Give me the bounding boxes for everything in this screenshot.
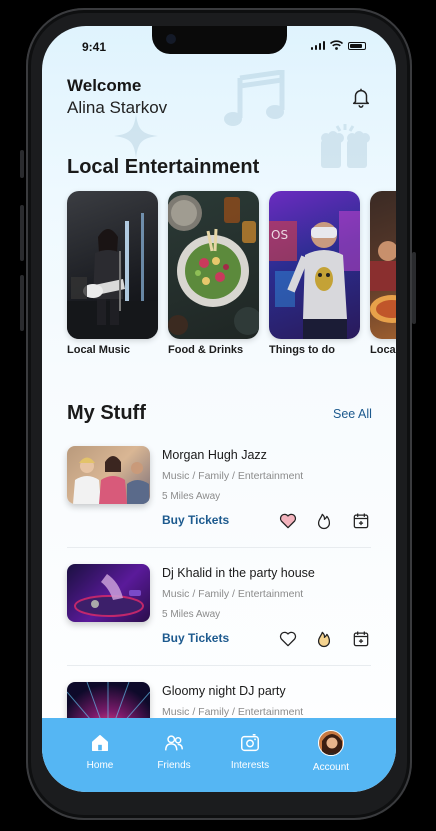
category-card-things-to-do[interactable]: OS Things to do	[269, 191, 360, 356]
svg-text:OS: OS	[271, 228, 288, 242]
category-label: Local	[370, 344, 396, 356]
category-card-local-music[interactable]: Local Music	[67, 191, 158, 356]
tab-label: Interests	[230, 760, 270, 771]
heart-icon[interactable]	[278, 511, 298, 531]
local-music-image	[67, 191, 158, 339]
category-card-food-drinks[interactable]: Food & Drinks	[168, 191, 259, 356]
see-all-link[interactable]: See All	[333, 407, 372, 421]
tab-interests[interactable]: Interests	[215, 732, 285, 771]
add-to-calendar-icon[interactable]	[351, 511, 371, 531]
event-categories: Music / Family / Entertainment	[162, 706, 304, 718]
home-icon	[91, 734, 109, 752]
status-icons	[310, 40, 366, 50]
event-thumbnail	[67, 564, 150, 622]
event-distance: 5 Miles Away	[162, 491, 221, 502]
local-image	[370, 191, 396, 339]
wifi-icon	[330, 40, 343, 50]
event-categories: Music / Family / Entertainment	[162, 588, 304, 600]
buy-tickets-button[interactable]: Buy Tickets	[162, 513, 229, 527]
cellular-signal-icon	[310, 41, 325, 50]
beer-mugs-icon	[321, 124, 370, 168]
food-drinks-image	[168, 191, 259, 339]
battery-icon	[348, 42, 366, 50]
notch	[152, 26, 287, 54]
front-camera	[166, 34, 176, 44]
add-to-calendar-icon[interactable]	[351, 629, 371, 649]
event-title: Gloomy night DJ party	[162, 684, 286, 698]
heart-icon[interactable]	[278, 629, 298, 649]
volume-down-button	[20, 275, 24, 331]
category-card-local[interactable]: Local	[370, 191, 396, 356]
notification-bell-icon[interactable]	[350, 86, 372, 108]
category-label: Food & Drinks	[168, 344, 244, 356]
buy-tickets-button[interactable]: Buy Tickets	[162, 631, 229, 645]
avatar	[318, 730, 344, 756]
section-title-local-entertainment: Local Entertainment	[67, 156, 260, 178]
flame-icon[interactable]	[314, 511, 334, 531]
category-label: Local Music	[67, 344, 130, 356]
event-title: Dj Khalid in the party house	[162, 566, 315, 580]
event-categories: Music / Family / Entertainment	[162, 470, 304, 482]
event-item-dj-khalid[interactable]: Dj Khalid in the party house Music / Fam…	[67, 564, 371, 674]
things-to-do-image: OS	[269, 191, 360, 339]
silent-switch	[20, 150, 24, 178]
event-title: Morgan Hugh Jazz	[162, 448, 267, 462]
app-screen: 9:41 Welcome Alina Starkov Local Enterta…	[42, 26, 396, 792]
tab-friends[interactable]: Friends	[139, 732, 209, 771]
interests-icon	[241, 734, 259, 752]
friends-icon	[165, 735, 183, 751]
user-name: Alina Starkov	[67, 98, 168, 117]
sparkle-icon	[114, 114, 158, 158]
volume-up-button	[20, 205, 24, 261]
bottom-tab-bar: Home Friends Interests Account	[42, 718, 396, 792]
tab-label: Friends	[157, 760, 191, 771]
music-note-icon	[224, 70, 285, 126]
divider	[67, 547, 371, 548]
tab-label: Account	[312, 762, 350, 773]
tab-account[interactable]: Account	[296, 730, 366, 773]
event-item-morgan-hugh-jazz[interactable]: Morgan Hugh Jazz Music / Family / Entert…	[67, 446, 371, 556]
section-title-my-stuff: My Stuff	[67, 402, 146, 424]
event-distance: 5 Miles Away	[162, 609, 221, 620]
category-label: Things to do	[269, 344, 335, 356]
welcome-heading: Welcome	[67, 76, 142, 95]
tab-home[interactable]: Home	[65, 732, 135, 771]
entertainment-carousel[interactable]: Local Music Food & Drinks OS Things to d…	[67, 191, 396, 361]
tab-label: Home	[86, 760, 114, 771]
event-thumbnail	[67, 446, 150, 504]
divider	[67, 665, 371, 666]
flame-icon[interactable]	[314, 629, 334, 649]
status-time: 9:41	[82, 40, 107, 54]
power-button	[412, 252, 416, 324]
